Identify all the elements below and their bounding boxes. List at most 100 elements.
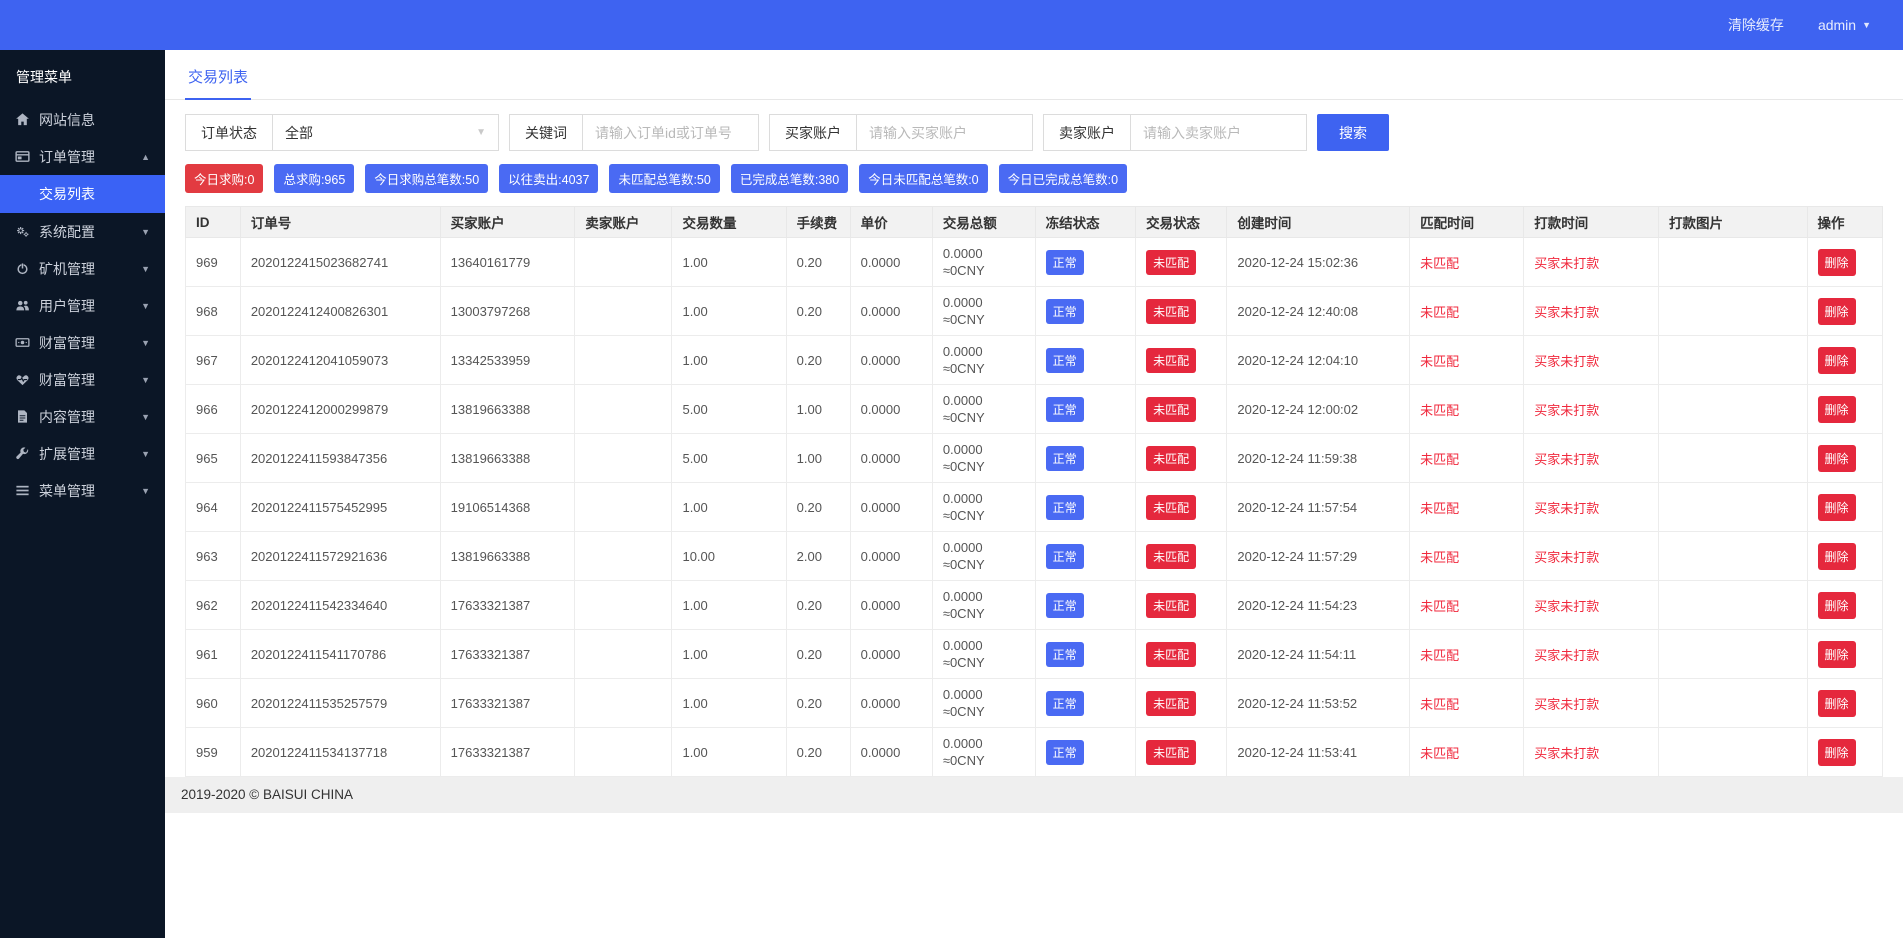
- delete-button[interactable]: 删除: [1818, 543, 1856, 570]
- cell-freeze-status: 正常: [1035, 728, 1135, 777]
- cell-buyer: 13819663388: [440, 385, 575, 434]
- sidebar-item[interactable]: 用户管理▼: [0, 287, 165, 324]
- cell-seller: [575, 385, 672, 434]
- sidebar-item-label: 网站信息: [39, 110, 95, 130]
- cell-id: 969: [186, 238, 241, 287]
- cell-actions: 删除: [1807, 728, 1883, 777]
- caret-down-icon: ▼: [141, 486, 150, 496]
- delete-button[interactable]: 删除: [1818, 641, 1856, 668]
- delete-button[interactable]: 删除: [1818, 494, 1856, 521]
- cell-pay-time: 买家未打款: [1524, 679, 1659, 728]
- cell-match-time: 未匹配: [1410, 287, 1524, 336]
- cell-actions: 删除: [1807, 336, 1883, 385]
- column-header: 订单号: [240, 207, 440, 238]
- cell-pay-picture: [1659, 728, 1807, 777]
- sidebar-item[interactable]: 财富管理▼: [0, 324, 165, 361]
- sidebar-item[interactable]: 扩展管理 ▼: [0, 435, 165, 472]
- cell-freeze-status: 正常: [1035, 287, 1135, 336]
- power-icon: [15, 261, 30, 276]
- cell-fee: 0.20: [786, 630, 850, 679]
- cell-seller: [575, 287, 672, 336]
- cell-seller: [575, 728, 672, 777]
- cell-pay-time: 买家未打款: [1524, 581, 1659, 630]
- delete-button[interactable]: 删除: [1818, 396, 1856, 423]
- sidebar-item[interactable]: 内容管理▼: [0, 398, 165, 435]
- cell-pay-time: 买家未打款: [1524, 434, 1659, 483]
- caret-down-icon: ▼: [141, 301, 150, 311]
- cell-pay-time: 买家未打款: [1524, 238, 1659, 287]
- delete-button[interactable]: 删除: [1818, 445, 1856, 472]
- stat-badge: 今日已完成总笔数:0: [999, 164, 1127, 193]
- cell-total: 0.0000≈0CNY: [932, 287, 1035, 336]
- cell-created: 2020-12-24 15:02:36: [1227, 238, 1410, 287]
- sidebar-item-label: 扩展管理: [39, 444, 95, 464]
- buyer-group: 买家账户: [769, 114, 1033, 151]
- cell-trade-status: 未匹配: [1136, 238, 1227, 287]
- column-header: ID: [186, 207, 241, 238]
- sidebar-item[interactable]: 菜单管理 ▼: [0, 472, 165, 509]
- caret-down-icon: ▼: [141, 264, 150, 274]
- wrench-icon: [15, 446, 30, 461]
- cell-freeze-status: 正常: [1035, 581, 1135, 630]
- sidebar-subitem[interactable]: 交易列表: [0, 175, 165, 213]
- delete-button[interactable]: 删除: [1818, 347, 1856, 374]
- trade-status-badge: 未匹配: [1146, 250, 1196, 275]
- cell-price: 0.0000: [850, 581, 932, 630]
- delete-button[interactable]: 删除: [1818, 690, 1856, 717]
- keyword-input[interactable]: [583, 115, 758, 150]
- cell-id: 963: [186, 532, 241, 581]
- sidebar-item[interactable]: 订单管理▲: [0, 138, 165, 175]
- cell-order-no: 2020122411542334640: [240, 581, 440, 630]
- cell-fee: 0.20: [786, 287, 850, 336]
- cell-freeze-status: 正常: [1035, 679, 1135, 728]
- cell-total: 0.0000≈0CNY: [932, 483, 1035, 532]
- money-icon: [15, 335, 30, 350]
- cell-price: 0.0000: [850, 630, 932, 679]
- cell-created: 2020-12-24 11:53:41: [1227, 728, 1410, 777]
- table-row: 9672020122412041059073133425339591.000.2…: [186, 336, 1883, 385]
- cell-order-no: 2020122411593847356: [240, 434, 440, 483]
- cell-fee: 0.20: [786, 581, 850, 630]
- sidebar-item[interactable]: 网站信息: [0, 101, 165, 138]
- cell-match-time: 未匹配: [1410, 238, 1524, 287]
- sidebar-item[interactable]: 矿机管理▼: [0, 250, 165, 287]
- delete-button[interactable]: 删除: [1818, 298, 1856, 325]
- cell-pay-picture: [1659, 679, 1807, 728]
- tab-transaction-list[interactable]: 交易列表: [185, 50, 251, 100]
- sidebar-item-label: 系统配置: [39, 222, 95, 242]
- freeze-status-badge: 正常: [1046, 691, 1084, 716]
- sidebar-item[interactable]: 系统配置▼: [0, 213, 165, 250]
- caret-down-icon: ▼: [141, 449, 150, 459]
- column-header: 交易总额: [932, 207, 1035, 238]
- clear-cache-link[interactable]: 清除缓存: [1728, 15, 1784, 35]
- cell-order-no: 2020122411572921636: [240, 532, 440, 581]
- search-button[interactable]: 搜索: [1317, 114, 1389, 151]
- trade-status-badge: 未匹配: [1146, 740, 1196, 765]
- delete-button[interactable]: 删除: [1818, 592, 1856, 619]
- document-icon: [15, 409, 30, 424]
- cell-match-time: 未匹配: [1410, 336, 1524, 385]
- buyer-input[interactable]: [857, 115, 1032, 150]
- username: admin: [1818, 17, 1856, 33]
- sidebar-item[interactable]: 财富管理▼: [0, 361, 165, 398]
- cell-fee: 2.00: [786, 532, 850, 581]
- freeze-status-badge: 正常: [1046, 299, 1084, 324]
- freeze-status-badge: 正常: [1046, 495, 1084, 520]
- topbar: 清除缓存 admin ▼: [0, 0, 1903, 50]
- cell-pay-time: 买家未打款: [1524, 385, 1659, 434]
- order-status-select[interactable]: 全部 ▼: [273, 115, 498, 150]
- cell-qty: 1.00: [672, 336, 786, 385]
- cell-trade-status: 未匹配: [1136, 581, 1227, 630]
- seller-input[interactable]: [1131, 115, 1306, 150]
- column-header: 单价: [850, 207, 932, 238]
- cell-pay-picture: [1659, 630, 1807, 679]
- freeze-status-badge: 正常: [1046, 397, 1084, 422]
- user-menu[interactable]: admin ▼: [1818, 17, 1871, 33]
- sidebar-item-label: 财富管理: [39, 370, 95, 390]
- cell-price: 0.0000: [850, 483, 932, 532]
- cell-match-time: 未匹配: [1410, 679, 1524, 728]
- delete-button[interactable]: 删除: [1818, 739, 1856, 766]
- trade-status-badge: 未匹配: [1146, 691, 1196, 716]
- sidebar-item-label: 菜单管理: [39, 481, 95, 501]
- delete-button[interactable]: 删除: [1818, 249, 1856, 276]
